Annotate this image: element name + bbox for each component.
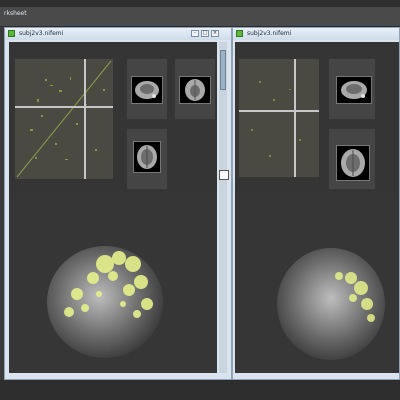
3d-brain-render [47, 246, 163, 358]
coronal-brain-thumbnail[interactable] [179, 76, 211, 104]
brain-sagittal-svg [135, 81, 159, 99]
window-splitter-handle[interactable] [219, 170, 229, 180]
axial-brain-thumbnail[interactable] [336, 145, 370, 181]
brain-axial-svg [137, 145, 157, 169]
window-title: subj2v3.nifemi [19, 30, 64, 37]
window-title: subj2v3.nifemi [247, 30, 292, 37]
maximize-button[interactable]: □ [201, 30, 209, 37]
sagittal-brain-thumbnail[interactable] [131, 76, 163, 104]
slice-panel [235, 42, 399, 194]
matrix-svg [15, 59, 113, 179]
image-window-left[interactable]: subj2v3.nifemi - □ × [4, 27, 232, 380]
nifti-file-icon [236, 30, 243, 37]
minimize-button[interactable]: - [191, 30, 199, 37]
image-viewport[interactable] [235, 42, 399, 373]
brain-axial-svg [341, 149, 365, 177]
slice-panel [9, 42, 217, 194]
brain-sagittal-svg [341, 81, 367, 99]
window-title-bar[interactable]: subj2v3.nifemi [233, 28, 399, 40]
3d-render-view[interactable] [9, 194, 217, 373]
matrix-svg [239, 59, 319, 177]
nifti-file-icon [8, 30, 15, 37]
3d-brain-render [277, 248, 385, 360]
sagittal-brain-thumbnail[interactable] [336, 76, 372, 104]
image-window-right[interactable]: subj2v3.nifemi [232, 27, 400, 380]
app-title-bar: rksheet [0, 7, 400, 27]
app-title: rksheet [4, 10, 27, 17]
image-viewport[interactable] [9, 42, 217, 373]
3d-render-view[interactable] [235, 194, 399, 373]
bottom-strip [0, 380, 400, 400]
scrollbar-thumb[interactable] [220, 50, 226, 90]
top-strip [0, 0, 400, 7]
brain-coronal-svg [185, 79, 205, 101]
close-button[interactable]: × [211, 30, 219, 37]
connectivity-matrix[interactable] [239, 59, 319, 177]
axial-brain-thumbnail[interactable] [133, 141, 161, 173]
window-title-bar[interactable]: subj2v3.nifemi - □ × [5, 28, 231, 40]
connectivity-matrix[interactable] [15, 59, 113, 179]
vertical-scrollbar[interactable] [219, 42, 227, 373]
